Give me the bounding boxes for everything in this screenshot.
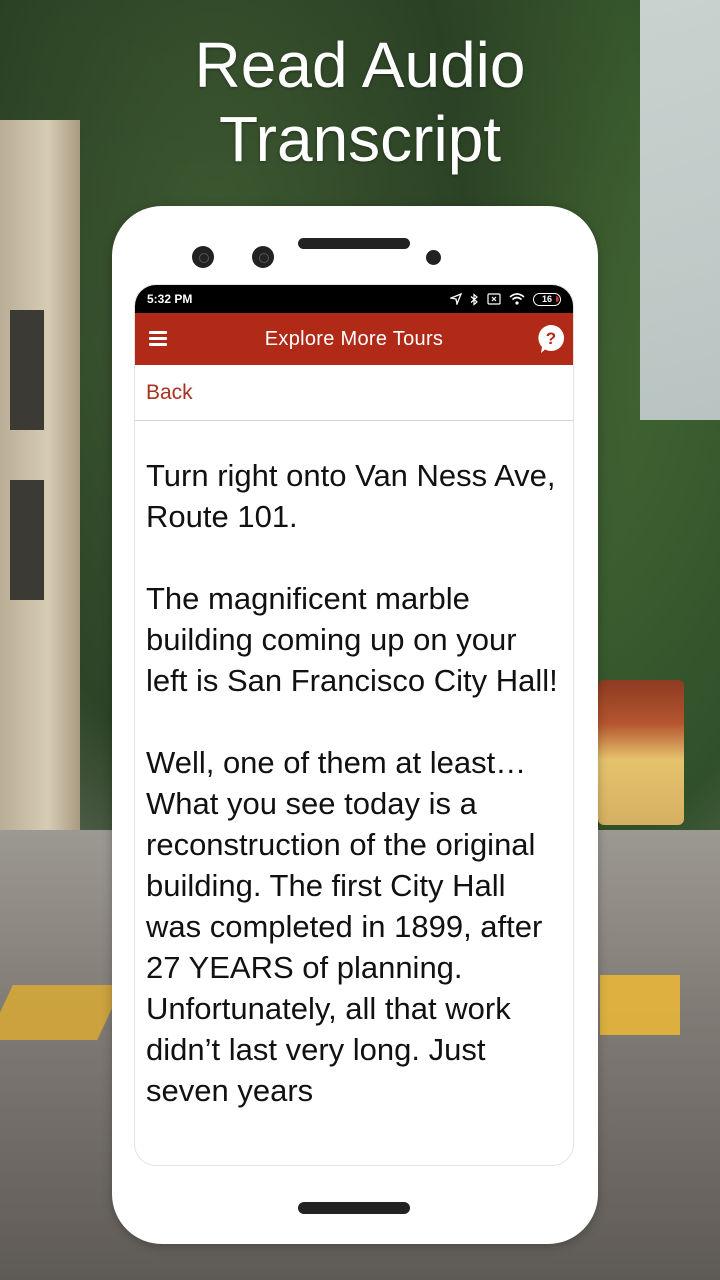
notification-icon bbox=[487, 293, 501, 305]
headline-line-1: Read Audio bbox=[194, 29, 526, 101]
background-cable-car bbox=[598, 680, 684, 825]
phone-mockup: 5:32 PM 16 Explore More Tours ? Back Tur… bbox=[112, 206, 598, 1244]
bluetooth-icon bbox=[470, 292, 478, 306]
headline-line-2: Transcript bbox=[218, 103, 502, 175]
help-bubble-icon[interactable]: ? bbox=[537, 324, 565, 354]
background-building bbox=[0, 120, 80, 840]
app-title: Explore More Tours bbox=[264, 327, 444, 350]
home-indicator bbox=[298, 1202, 410, 1214]
hamburger-menu-icon[interactable] bbox=[149, 331, 167, 346]
back-bar: Back bbox=[135, 365, 573, 421]
status-icons: 16 bbox=[450, 292, 561, 306]
status-time: 5:32 PM bbox=[147, 292, 193, 306]
transcript-paragraph: The magnificent marble building coming u… bbox=[146, 581, 558, 698]
earpiece-speaker bbox=[298, 238, 410, 249]
wifi-icon bbox=[509, 293, 525, 305]
svg-text:?: ? bbox=[546, 329, 556, 348]
promo-headline: Read Audio Transcript bbox=[0, 28, 720, 176]
transcript-paragraph: Well, one of them at least… What you see… bbox=[146, 745, 543, 1108]
back-button[interactable]: Back bbox=[146, 381, 193, 405]
front-camera-icon bbox=[252, 246, 274, 268]
proximity-sensor bbox=[426, 250, 441, 265]
transcript-paragraph: Turn right onto Van Ness Ave, Route 101. bbox=[146, 458, 556, 534]
phone-screen: 5:32 PM 16 Explore More Tours ? Back Tur… bbox=[134, 284, 574, 1166]
app-bar: Explore More Tours ? bbox=[135, 313, 573, 365]
battery-icon: 16 bbox=[533, 292, 561, 306]
front-camera-icon bbox=[192, 246, 214, 268]
transcript-content[interactable]: Turn right onto Van Ness Ave, Route 101.… bbox=[135, 421, 573, 1111]
background-road-marking bbox=[600, 975, 680, 1035]
status-bar: 5:32 PM 16 bbox=[135, 285, 573, 313]
location-icon bbox=[450, 293, 462, 305]
